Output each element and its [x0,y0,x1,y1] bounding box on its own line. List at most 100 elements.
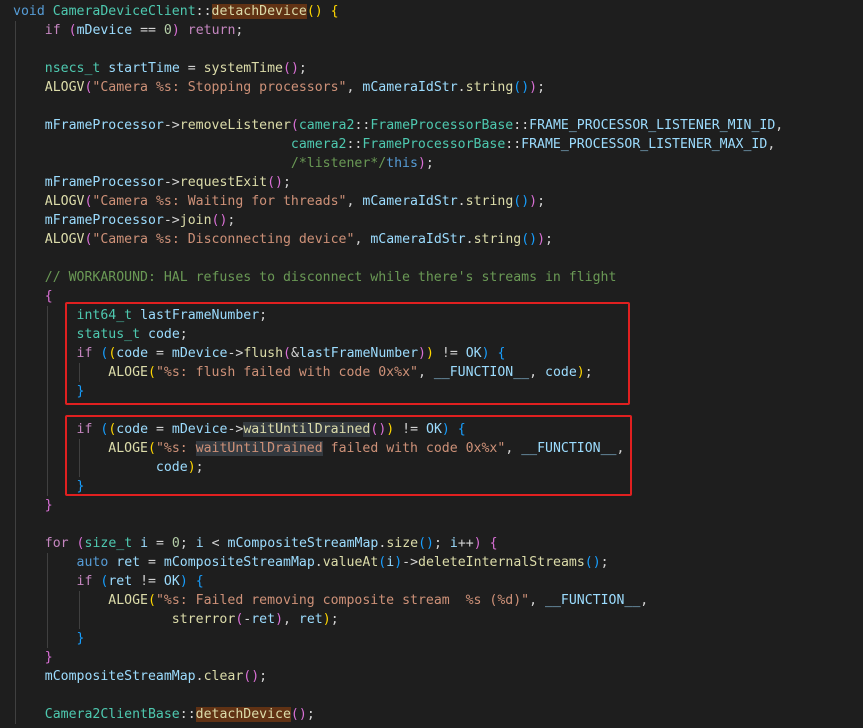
code-line[interactable]: mFrameProcessor->join(); [13,211,236,230]
code-token: { [330,4,339,19]
code-token: string [473,232,522,247]
code-token: ; [330,612,339,627]
code-line[interactable]: ALOGE("%s: Failed removing composite str… [13,591,648,610]
code-token: i [449,536,458,551]
code-token: string [465,80,514,95]
code-line[interactable]: } [13,496,53,515]
code-line[interactable]: camera2::FrameProcessorBase::FRAME_PROCE… [13,135,775,154]
code-line[interactable]: ALOGV("Camera %s: Waiting for threads", … [13,192,545,211]
code-token: { [489,536,498,551]
code-token: /*listener*/ [290,156,387,171]
code-token: = [140,555,164,570]
code-token: :: [513,118,530,133]
code-line[interactable]: if (ret != OK) { [13,572,204,591]
code-line[interactable]: // WORKAROUND: HAL refuses to disconnect… [13,268,617,287]
code-token: requestExit [179,175,268,190]
code-token: :: [346,137,363,152]
code-token: ; [298,61,307,76]
code-line[interactable]: ALOGV("Camera %s: Stopping processors", … [13,78,545,97]
code-token: , [640,593,649,608]
code-token: ; [600,555,609,570]
code-token: :: [354,118,371,133]
code-token: detachDevice [211,4,307,19]
code-token: . [465,232,474,247]
code-token: != [132,574,164,589]
code-token: i [195,536,204,551]
code-token: -> [402,555,419,570]
code-token: mDevice [76,23,133,38]
code-line[interactable]: void CameraDeviceClient::detachDevice() … [13,2,339,21]
code-token: ALOGV [44,194,85,209]
indent-guide [15,40,16,59]
code-token: ret [298,612,323,627]
code-line[interactable]: mFrameProcessor->requestExit(); [13,173,291,192]
code-token: mCompositeStreamMap [44,669,196,684]
code-editor[interactable]: void CameraDeviceClient::detachDevice() … [0,0,863,728]
code-token: . [195,669,204,684]
code-token: , [346,80,363,95]
code-token: () [290,707,307,722]
code-line[interactable]: } [13,629,85,648]
code-line[interactable]: if (mDevice == 0) return; [13,21,244,40]
code-line[interactable]: } [13,648,53,667]
code-token: } [76,631,85,646]
code-token: for [44,536,69,551]
code-line[interactable]: nsecs_t startTime = systemTime(); [13,59,307,78]
code-line[interactable]: { [13,287,53,306]
code-line[interactable]: strerror(-ret), ret); [13,610,339,629]
highlight-box-wait-until-drained [65,415,632,496]
code-token: i [386,555,395,570]
code-token: == [132,23,164,38]
code-token: auto [76,555,109,570]
code-token: camera2 [290,137,347,152]
code-token: mCameraIdStr [362,194,458,209]
code-token: mCompositeStreamMap [227,536,379,551]
code-token: "Camera %s: Stopping processors" [92,80,347,95]
code-token: clear [203,669,244,684]
code-line[interactable]: mCompositeStreamMap.clear(); [13,667,267,686]
code-line[interactable]: /*listener*/this); [13,154,434,173]
code-token: :: [179,707,196,722]
code-token: FRAME_PROCESSOR_LISTENER_MIN_ID [529,118,776,133]
code-line[interactable]: Camera2ClientBase::detachDevice(); [13,705,315,724]
code-token: () [306,4,323,19]
code-token: ) [529,80,538,95]
code-token: () [418,536,434,551]
code-token: camera2 [298,118,355,133]
code-token: , [354,232,371,247]
code-token: = [179,61,204,76]
code-token: :: [195,4,212,19]
code-line[interactable]: auto ret = mCompositeStreamMap.valueAt(i… [13,553,609,572]
code-token: __FUNCTION__ [545,593,641,608]
code-token: valueAt [322,555,379,570]
code-line[interactable]: mFrameProcessor->removeListener(camera2:… [13,116,783,135]
code-line[interactable]: for (size_t i = 0; i < mCompositeStreamM… [13,534,498,553]
code-token: ( [76,536,85,551]
code-token: strerror [171,612,236,627]
code-line[interactable]: ALOGV("Camera %s: Disconnecting device",… [13,230,553,249]
code-token: ALOGV [44,80,85,95]
code-token: ; [235,23,244,38]
code-token: ; [227,213,236,228]
code-token: , [529,593,545,608]
code-token: . [457,194,466,209]
code-token: i [140,536,149,551]
code-token: } [44,498,53,513]
code-token: -> [163,118,180,133]
